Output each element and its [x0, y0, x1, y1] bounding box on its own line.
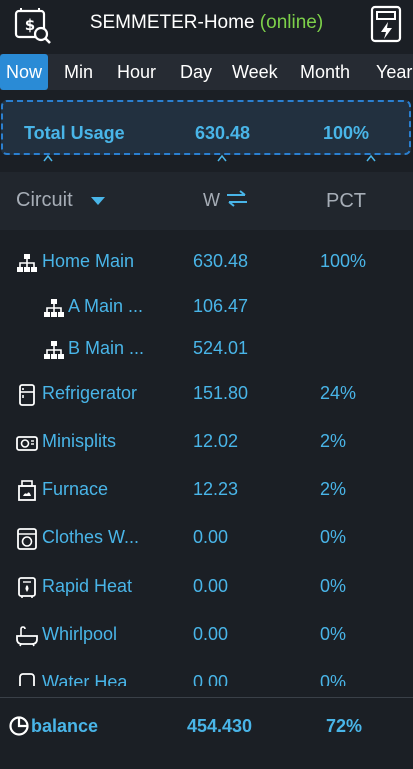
total-usage-watts: 630.48 — [195, 123, 251, 143]
pie-chart-icon — [9, 716, 29, 736]
circuit-watts: 630.48 — [193, 251, 249, 271]
balance-row[interactable]: balance 454.430 72% — [0, 698, 413, 758]
column-header: Circuit W PCT — [0, 172, 413, 230]
tab-year[interactable]: Year — [376, 54, 412, 90]
minisplit-icon — [16, 436, 38, 451]
circuit-watts: 0.00 — [193, 624, 229, 644]
list-item[interactable]: Whirlpool 0.00 0% — [0, 621, 413, 651]
balance-pct: 72% — [326, 716, 363, 736]
tab-month[interactable]: Month — [300, 54, 350, 90]
circuit-pct: 0% — [320, 624, 347, 644]
tab-hour[interactable]: Hour — [117, 54, 156, 90]
list-item[interactable]: A Main ... 106.47 — [0, 293, 413, 323]
list-item[interactable]: Furnace 12.23 2% — [0, 476, 413, 506]
list-item[interactable]: Rapid Heat 0.00 0% — [0, 573, 413, 603]
balance-label: balance — [31, 716, 99, 736]
device-name: SEMMETER-Home — [89, 12, 255, 33]
watts-column-label[interactable]: W — [203, 190, 220, 211]
circuit-name: Rapid Heat — [42, 576, 133, 596]
circuit-pct: 0% — [320, 576, 347, 596]
circuit-column-label[interactable]: Circuit — [16, 189, 73, 212]
circuit-watts: 12.02 — [193, 431, 239, 451]
circuit-list[interactable]: Home Main 630.48 100% A Main ... 106.47 … — [0, 238, 413, 686]
circuit-name: A Main ... — [68, 296, 144, 316]
caret-up-icon — [366, 154, 376, 162]
circuit-pct: 2% — [320, 431, 347, 451]
list-item[interactable]: B Main ... 524.01 — [0, 335, 413, 365]
total-usage-pct: 100% — [323, 123, 370, 143]
hierarchy-icon — [17, 254, 37, 272]
caret-up-icon — [43, 154, 53, 162]
online-status: (online) — [259, 12, 324, 33]
circuit-watts: 106.47 — [193, 296, 249, 316]
washer-icon — [17, 528, 37, 550]
top-bar: $ SEMMETER-Home (online) — [0, 0, 413, 52]
circuit-name: Minisplits — [42, 431, 117, 451]
circuit-name: Refrigerator — [42, 383, 138, 403]
refrigerator-icon — [19, 384, 35, 406]
circuit-watts: 0.00 — [193, 576, 229, 596]
furnace-icon — [18, 480, 36, 501]
tab-day[interactable]: Day — [180, 54, 212, 90]
meter-icon[interactable] — [367, 5, 405, 43]
tab-week[interactable]: Week — [232, 54, 278, 90]
page-title: SEMMETER-Home (online) — [0, 12, 413, 34]
circuit-name: Furnace — [42, 479, 109, 499]
list-item[interactable]: Refrigerator 151.80 24% — [0, 380, 413, 410]
circuit-watts: 0.00 — [193, 672, 229, 686]
circuit-name: Home Main — [42, 251, 135, 271]
heater-icon — [18, 577, 36, 598]
circuit-watts: 151.80 — [193, 383, 249, 403]
circuit-pct: 2% — [320, 479, 347, 499]
circuit-name: Whirlpool — [42, 624, 118, 644]
caret-up-icon — [217, 154, 227, 162]
circuit-watts: 524.01 — [193, 338, 249, 358]
circuit-name: Water Hea... — [42, 672, 143, 686]
pct-column-label[interactable]: PCT — [326, 190, 366, 213]
total-usage-row[interactable]: Total Usage 630.48 100% — [1, 100, 411, 155]
circuit-name: Clothes W... — [42, 527, 140, 547]
circuit-pct: 0% — [320, 672, 347, 686]
period-tabs: Now Min Hour Day Week Month Year — [0, 54, 413, 90]
list-item[interactable]: Clothes W... 0.00 0% — [0, 524, 413, 554]
tab-min[interactable]: Min — [64, 54, 93, 90]
bathtub-icon — [16, 626, 38, 647]
circuit-pct: 100% — [320, 251, 367, 271]
circuit-pct: 0% — [320, 527, 347, 547]
water-heater-icon — [19, 673, 35, 686]
hierarchy-icon — [44, 341, 64, 359]
list-item[interactable]: Water Hea... 0.00 0% — [0, 669, 413, 686]
swap-arrows-icon[interactable] — [226, 189, 248, 209]
balance-watts: 454.430 — [187, 716, 253, 736]
total-usage-label: Total Usage — [24, 123, 125, 143]
circuit-watts: 12.23 — [193, 479, 239, 499]
circuit-name: B Main ... — [68, 338, 145, 358]
circuit-pct: 24% — [320, 383, 357, 403]
dropdown-triangle-icon[interactable] — [90, 196, 106, 206]
list-item[interactable]: Home Main 630.48 100% — [0, 248, 413, 278]
circuit-watts: 0.00 — [193, 527, 229, 547]
list-item[interactable]: Minisplits 12.02 2% — [0, 428, 413, 458]
tab-now[interactable]: Now — [0, 54, 49, 90]
hierarchy-icon — [44, 299, 64, 317]
